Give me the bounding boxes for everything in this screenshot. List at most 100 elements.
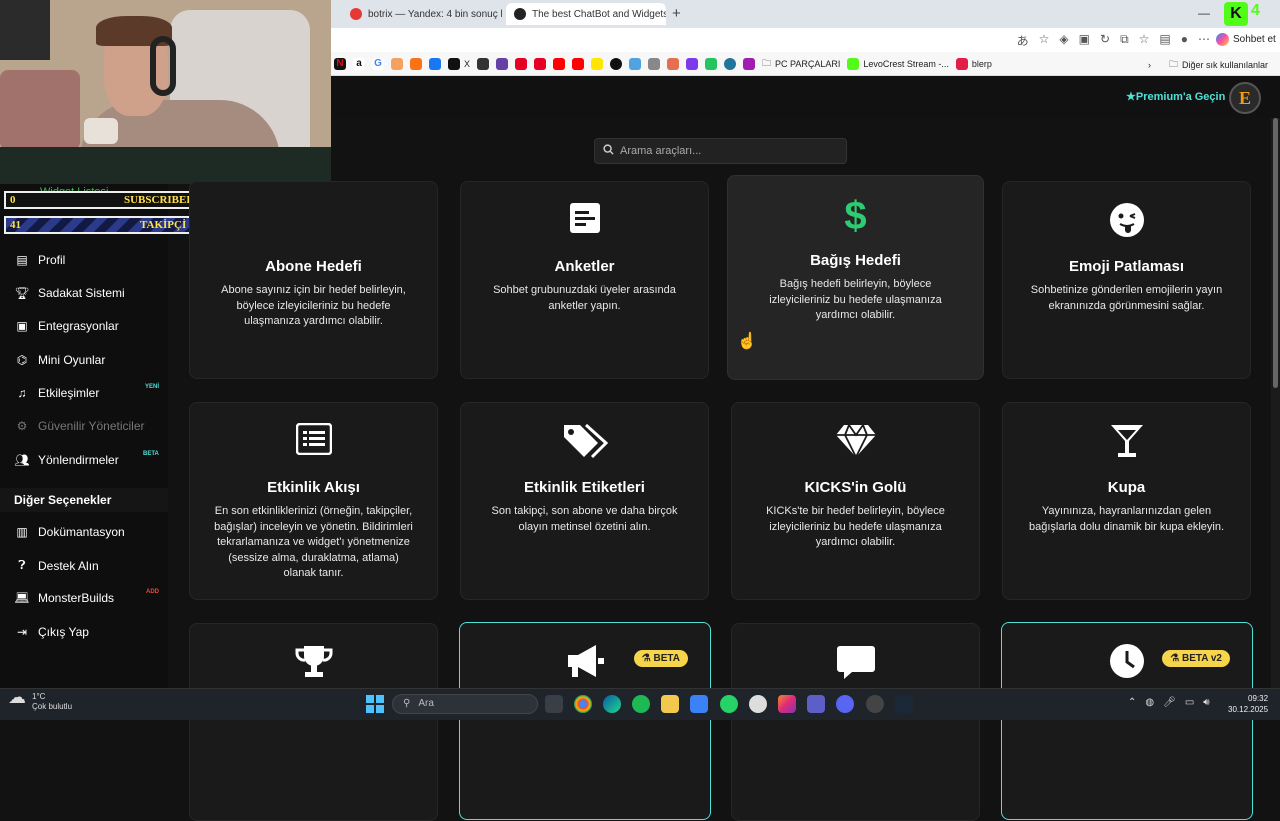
display-icon[interactable]: ▭ — [1185, 697, 1194, 708]
monitor-edge — [0, 147, 331, 184]
profile-icon[interactable]: ● — [1181, 32, 1188, 49]
app-icon[interactable] — [866, 695, 884, 713]
bookmark-icon[interactable] — [686, 57, 699, 70]
widget-card-emoji-patlamasi[interactable]: Emoji Patlaması Sohbetinize gönderilen e… — [1002, 181, 1251, 379]
amazon-bookmark-icon[interactable]: a — [353, 57, 365, 70]
bookmark-icon[interactable] — [648, 57, 661, 70]
sidebar-item-dokumantasyon[interactable]: ▥ Dokümantasyon — [14, 525, 164, 539]
sidebar-item-entegrasyonlar[interactable]: ▣ Entegrasyonlar — [14, 319, 164, 333]
widget-card-etkinlik-etiketleri[interactable]: Etkinlik Etiketleri Son takipçi, son abo… — [460, 402, 709, 600]
tab-yandex[interactable]: botrix — Yandex: 4 bin sonuç bulu ✕ — [342, 3, 502, 25]
widget-card-kupa[interactable]: Kupa Yayınınıza, hayranlarınızdan gelen … — [1002, 402, 1251, 600]
task-view-icon[interactable] — [545, 695, 563, 713]
sidebar-item-cikis[interactable]: ⇥ Çıkış Yap — [14, 625, 164, 639]
bookmark-icon[interactable] — [477, 57, 490, 70]
favorites-icon[interactable]: ☆ — [1139, 32, 1150, 49]
minimize-icon[interactable]: — — [1198, 6, 1210, 20]
teams-icon[interactable] — [807, 695, 825, 713]
edge-icon[interactable] — [603, 695, 621, 713]
pinterest-bookmark-icon[interactable] — [515, 57, 528, 70]
bookmark-icon[interactable] — [496, 57, 509, 70]
bookmark-icon[interactable] — [743, 57, 756, 70]
chrome-icon[interactable] — [574, 695, 592, 713]
translate-icon[interactable]: あ — [1017, 32, 1029, 49]
system-clock[interactable]: 09:32 30.12.2025 — [1228, 693, 1268, 715]
bookmark-icon[interactable] — [534, 57, 547, 70]
whatsapp-icon[interactable] — [720, 695, 738, 713]
bookmark-icon[interactable] — [591, 57, 604, 70]
collections-icon[interactable]: ▤ — [1159, 32, 1170, 49]
sidebar-item-guvenilir[interactable]: ⚙ Güvenilir Yöneticiler — [14, 419, 164, 433]
google-bookmark-icon[interactable]: G — [372, 57, 384, 70]
folder-icon: 🗀 — [762, 57, 772, 68]
favorite-star-icon[interactable]: ☆ — [1039, 32, 1050, 49]
widget-card-timer[interactable]: ⚗ BETA v2 — [1001, 622, 1253, 820]
sidebar-item-mini-oyunlar[interactable]: ⌬ Mini Oyunlar — [14, 353, 164, 367]
sidebar-item-destek[interactable]: ❓︎ Destek Alın — [14, 558, 164, 573]
steam-icon[interactable] — [895, 695, 913, 713]
widget-card-etkinlik-akisi[interactable]: Etkinlik Akışı En son etkinliklerinizi (… — [189, 402, 438, 600]
instagram-icon[interactable] — [778, 695, 796, 713]
windows-start-icon[interactable] — [366, 695, 384, 713]
other-bookmarks[interactable]: › 🗀 Diğer sık kullanılanlar — [1148, 57, 1268, 73]
tab-botrix[interactable]: The best ChatBot and Widgets for ✕ — [506, 3, 666, 25]
dollar-icon: $ — [844, 194, 867, 238]
more-options-icon[interactable]: ⋯ — [1198, 32, 1210, 49]
bookmark-icon[interactable] — [629, 57, 642, 70]
chatgpt-icon[interactable] — [749, 695, 767, 713]
premium-link[interactable]: ★Premium'a Geçin — [1126, 90, 1225, 103]
blerp-bookmark[interactable]: blerp — [955, 57, 992, 70]
extension-icon[interactable]: ▣ — [1079, 32, 1090, 49]
volume-icon[interactable]: 🔊︎ — [1203, 697, 1209, 708]
extensions-icon[interactable]: ⧉ — [1120, 32, 1129, 49]
store-icon[interactable] — [690, 695, 708, 713]
widget-card-announcement[interactable]: ⚗ BETA — [459, 622, 711, 820]
search-input[interactable] — [620, 145, 820, 157]
sidebar-item-profil[interactable]: ▤ Profil — [14, 253, 164, 267]
scrollbar-thumb[interactable] — [1273, 118, 1278, 388]
weather-widget[interactable]: ☁ 1°C Çok bulutlu — [8, 687, 72, 712]
file-explorer-icon[interactable] — [661, 695, 679, 713]
refresh-extension-icon[interactable]: ↻ — [1100, 32, 1110, 49]
chevron-up-icon[interactable]: ⌃ — [1128, 697, 1136, 708]
sidebar-item-sadakat[interactable]: 🏆︎ Sadakat Sistemi — [14, 286, 164, 300]
widget-card-chat[interactable] — [731, 623, 980, 821]
chevron-right-icon[interactable]: › — [1148, 60, 1151, 70]
levocrest-bookmark[interactable]: LevoCrest Stream -... — [847, 57, 949, 70]
widget-card-kicks-golu[interactable]: KICKS'in Golü KICKs'te bir hedef belirle… — [731, 402, 980, 600]
wordpress-bookmark-icon[interactable] — [724, 57, 737, 70]
pc-parcalari-bookmark[interactable]: 🗀 PC PARÇALARI — [762, 56, 840, 72]
netflix-bookmark-icon[interactable]: N — [334, 57, 346, 70]
laptop-icon: 💻︎ — [14, 591, 30, 605]
read-aloud-icon[interactable]: ◈ — [1059, 32, 1068, 49]
copilot-button[interactable]: Sohbet et — [1216, 33, 1276, 46]
bookmark-icon[interactable] — [429, 57, 441, 70]
avatar[interactable]: E — [1229, 82, 1261, 114]
cloud-icon: ☁ — [8, 687, 26, 707]
sidebar-item-yonlendirmeler[interactable]: 👥︎ Yönlendirmeler — [14, 453, 164, 467]
bookmark-icon[interactable] — [705, 57, 718, 70]
youtube-bookmark-icon[interactable] — [572, 57, 585, 70]
bookmark-icon[interactable] — [667, 57, 680, 70]
sidebar-item-monsterbuilds[interactable]: 💻︎ MonsterBuilds — [14, 591, 164, 605]
widget-card-trophy[interactable] — [189, 623, 438, 821]
new-tab-button[interactable]: + — [672, 5, 681, 22]
microphone-icon[interactable]: 🎤︎ — [1163, 697, 1176, 708]
tags-icon — [461, 423, 708, 463]
x-bookmark[interactable]: X — [448, 57, 470, 70]
widget-card-anketler[interactable]: Anketler Sohbet grubunuzdaki üyeler aras… — [460, 181, 709, 379]
star-icon: ★ — [1126, 91, 1136, 103]
bookmark-icon[interactable] — [410, 57, 422, 70]
taskbar-search[interactable]: ⚲ Ara — [392, 694, 538, 714]
bookmark-icon[interactable] — [391, 57, 403, 70]
discord-icon[interactable] — [836, 695, 854, 713]
youtube-bookmark-icon[interactable] — [553, 57, 566, 70]
spotify-icon[interactable] — [632, 695, 650, 713]
sidebar-item-etkilesimler[interactable]: ♫ Etkileşimler — [14, 386, 164, 400]
network-icon[interactable]: ◍ — [1145, 697, 1154, 708]
bookmark-icon[interactable] — [610, 57, 623, 70]
widget-card-bagis-hedefi[interactable]: $ Bağış Hedefi Bağış hedefi belirleyin, … — [727, 175, 984, 380]
users-cog-icon: ⚙ — [16, 419, 28, 433]
tool-search — [594, 138, 847, 164]
widget-card-abone-hedefi[interactable]: Abone Hedefi Abone sayınız için bir hede… — [189, 181, 438, 379]
